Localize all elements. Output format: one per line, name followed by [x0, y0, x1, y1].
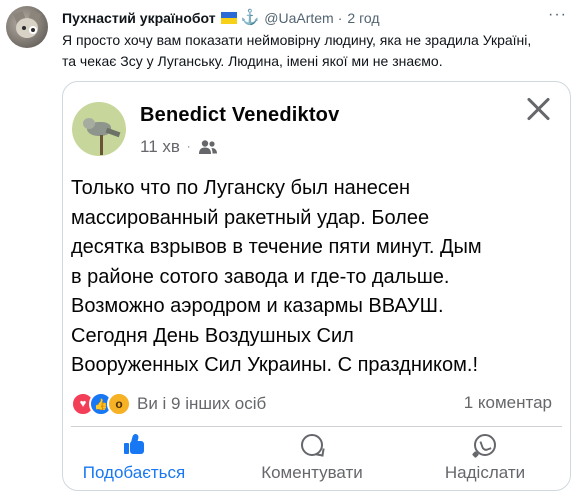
author-handle[interactable]: @UaArtem [264, 10, 333, 26]
embedded-facebook-post[interactable]: Benedict Venediktov 11 хв · Только что п… [62, 81, 571, 491]
wow-reaction-icon: o [107, 392, 131, 416]
fb-post-text-line: в районе сотого завода и где-то дальше. [71, 265, 450, 288]
tweet: Пухнастий українобот ⚓ @UaArtem · 2 год … [0, 0, 581, 495]
fb-post-text: Только что по Луганску был нанесен масси… [71, 174, 561, 381]
fb-post-text-line: Вооруженных Сил Украины. С праздником.! [71, 354, 479, 376]
comment-icon [301, 434, 323, 456]
comments-count: 1 коментар [463, 393, 552, 412]
whatsapp-icon [474, 434, 496, 456]
comment-button-label: Коментувати [261, 463, 363, 482]
header-separator: · [337, 10, 343, 26]
avatar-cat-eye-right [29, 26, 37, 34]
tweet-text-line: та чекає Зсу у Луганську. Людина, імені … [62, 53, 443, 69]
comment-button: Коментувати [242, 432, 382, 483]
fb-meta-separator: · [186, 141, 191, 153]
fb-author-avatar [72, 102, 126, 156]
fb-author-name: Benedict Venediktov [140, 104, 340, 126]
friends-icon [198, 140, 217, 154]
tweet-text-line: Я просто хочу вам показати неймовірну лю… [62, 32, 532, 48]
fb-post-meta: 11 хв · [140, 137, 218, 157]
fb-post-text-line: Только что по Луганску был нанесен [71, 177, 411, 199]
tweet-time[interactable]: 2 год [347, 10, 379, 26]
tweet-text: Я просто хочу вам показати неймовірну лю… [62, 30, 562, 72]
ukraine-flag-icon [220, 12, 237, 24]
bird-head [83, 118, 95, 129]
fb-post-text-line: десятка взрывов в течение пяти минут. Ды… [71, 236, 482, 258]
fb-post-text-line: Возможно аэродром и казармы ВВАУШ. [71, 295, 444, 317]
author-avatar[interactable] [6, 6, 48, 48]
twig [100, 135, 103, 155]
fb-actions-bar: Подобається Коментувати Надіслати [63, 432, 570, 490]
reactions-count: Ви і 9 інших осіб [137, 394, 267, 413]
tweet-header: Пухнастий українобот ⚓ @UaArtem · 2 год [62, 8, 380, 28]
like-button: Подобається [64, 432, 204, 483]
fb-post-text-line: Сегодня День Воздушных Сил [71, 324, 354, 347]
bird-tail [105, 127, 121, 138]
trident-icon: ⚓ [240, 9, 260, 26]
send-button: Надіслати [415, 432, 555, 483]
author-name[interactable]: Пухнастий українобот [62, 10, 216, 26]
thumbs-up-icon [124, 433, 144, 454]
fb-post-time: 11 хв [140, 137, 180, 156]
actions-divider [71, 426, 562, 427]
reactions-summary: ♥ 👍 o Ви і 9 інших осіб [71, 392, 266, 416]
more-options-icon[interactable]: ··· [548, 6, 567, 24]
fb-post-text-line: массированный ракетный удар. Более [71, 206, 430, 229]
close-icon [526, 96, 552, 122]
avatar-cat-eye-left [22, 26, 26, 30]
send-button-label: Надіслати [444, 463, 526, 482]
like-button-label: Подобається [82, 463, 186, 482]
